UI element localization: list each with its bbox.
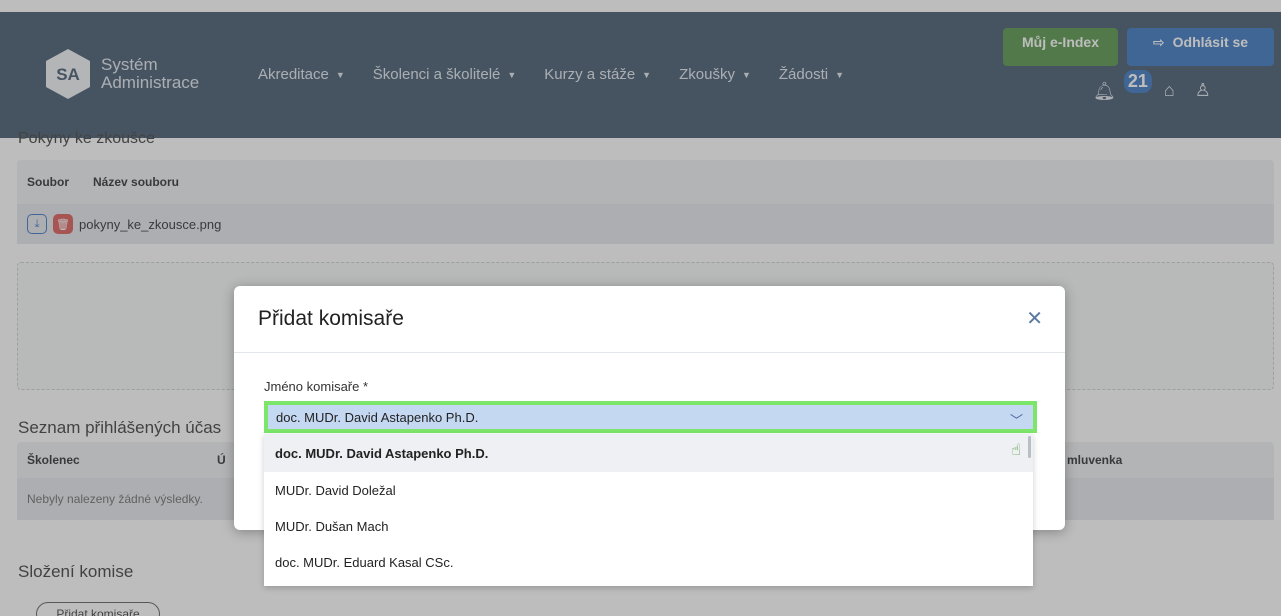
- dropdown-option[interactable]: doc. MUDr. David Astapenko Ph.D. ☝: [264, 434, 1033, 472]
- dropdown-option[interactable]: MUDr. David Doležal: [264, 472, 1033, 508]
- pointer-hand-icon: ☝: [1011, 442, 1021, 459]
- scrollbar-thumb[interactable]: [1028, 436, 1031, 458]
- chevron-down-icon: ﹀: [1009, 413, 1023, 428]
- commissioner-select[interactable]: doc. MUDr. David Astapenko Ph.D. ﹀: [264, 401, 1037, 433]
- dropdown-option[interactable]: doc. MUDr. Eduard Kasal CSc.: [264, 544, 1033, 580]
- selected-value: doc. MUDr. David Astapenko Ph.D.: [276, 409, 479, 425]
- close-icon[interactable]: ✕: [1026, 306, 1043, 331]
- commissioner-name-label: Jméno komisaře *: [264, 379, 369, 394]
- commissioner-dropdown-list: doc. MUDr. David Astapenko Ph.D. ☝ MUDr.…: [264, 434, 1033, 586]
- dropdown-option[interactable]: MUDr. Dušan Mach: [264, 508, 1033, 544]
- modal-header: Přidat komisaře ✕: [234, 286, 1065, 353]
- option-label: doc. MUDr. David Astapenko Ph.D.: [275, 445, 489, 461]
- modal-title: Přidat komisaře: [258, 307, 404, 330]
